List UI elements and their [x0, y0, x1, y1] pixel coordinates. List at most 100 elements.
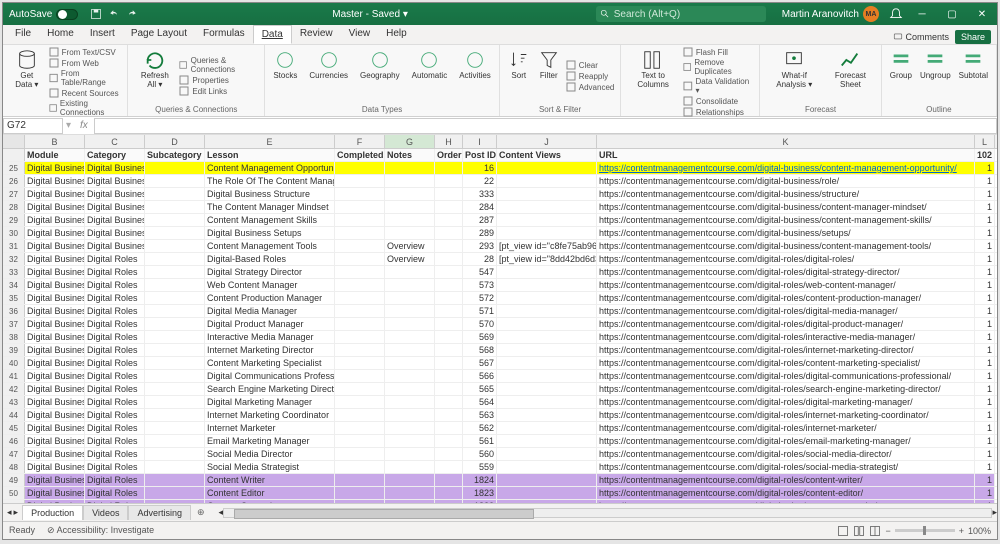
cell[interactable]: Digital Business [25, 500, 85, 503]
share-button[interactable]: Share [955, 30, 991, 44]
cell[interactable] [435, 357, 463, 369]
cell[interactable]: The Role Of The Content Manager [205, 175, 335, 187]
cell[interactable]: 571 [463, 305, 497, 317]
ribbon-item-relationships[interactable]: Relationships [683, 107, 753, 117]
cell[interactable]: https://contentmanagementcourse.com/digi… [597, 201, 975, 213]
cell[interactable] [497, 214, 597, 226]
cell[interactable]: 22 [463, 175, 497, 187]
undo-icon[interactable] [108, 8, 120, 20]
row-header[interactable]: 34 [3, 279, 25, 291]
cell[interactable] [497, 370, 597, 382]
tab-help[interactable]: Help [378, 25, 415, 44]
cell[interactable] [145, 383, 205, 395]
scroll-right[interactable]: ▸ [992, 507, 997, 518]
cell[interactable]: Digital Business [25, 383, 85, 395]
cell[interactable] [145, 409, 205, 421]
cell[interactable] [145, 357, 205, 369]
cell[interactable]: https://contentmanagementcourse.com/digi… [597, 162, 975, 174]
cell[interactable] [435, 175, 463, 187]
cell[interactable]: Digital Business Structure [205, 188, 335, 200]
cell[interactable]: Internet Marketer [205, 422, 335, 434]
cell[interactable] [435, 370, 463, 382]
cell[interactable] [335, 214, 385, 226]
ribbon-item-clear[interactable]: Clear [566, 60, 615, 70]
cell[interactable]: Digital-Based Roles [205, 253, 335, 265]
cell[interactable]: Digital Business [85, 201, 145, 213]
datatype-activities[interactable]: Activities [457, 47, 493, 83]
minimize-button[interactable]: ─ [907, 3, 937, 25]
cell[interactable] [145, 396, 205, 408]
cell[interactable] [385, 422, 435, 434]
cell[interactable]: 1 [975, 227, 995, 239]
cell[interactable]: Digital Business [25, 474, 85, 486]
cell[interactable]: https://contentmanagementcourse.com/digi… [597, 357, 975, 369]
whatif-button[interactable]: What-if Analysis ▾ [766, 47, 822, 105]
cell[interactable] [435, 162, 463, 174]
forecast-button[interactable]: Forecast Sheet [826, 47, 875, 105]
datatype-automatic[interactable]: Automatic [410, 47, 450, 83]
cell[interactable]: https://contentmanagementcourse.com/digi… [597, 188, 975, 200]
cell[interactable]: Digital Business [25, 162, 85, 174]
row-header[interactable]: 46 [3, 435, 25, 447]
accessibility-status[interactable]: ⊘ Accessibility: Investigate [47, 525, 154, 536]
cell[interactable]: 1 [975, 292, 995, 304]
cell[interactable] [435, 318, 463, 330]
formula-input[interactable] [94, 118, 997, 134]
cell[interactable] [435, 435, 463, 447]
cell[interactable]: Digital Business [85, 175, 145, 187]
cell[interactable]: Digital Business [25, 240, 85, 252]
cell[interactable]: 1 [975, 279, 995, 291]
cell[interactable] [145, 201, 205, 213]
cell[interactable]: Overview [385, 253, 435, 265]
cell[interactable] [497, 487, 597, 499]
cell[interactable]: Digital Business [25, 188, 85, 200]
col-header-E[interactable]: E [205, 135, 335, 148]
cell[interactable]: Content Strategist [205, 500, 335, 503]
cell[interactable]: https://contentmanagementcourse.com/digi… [597, 240, 975, 252]
cell[interactable]: 1824 [463, 474, 497, 486]
row-header[interactable]: 27 [3, 188, 25, 200]
select-all-corner[interactable] [3, 135, 25, 148]
cell[interactable] [145, 253, 205, 265]
cell[interactable]: https://contentmanagementcourse.com/digi… [597, 500, 975, 503]
cell[interactable]: Digital Business [25, 448, 85, 460]
ribbon-item-consolidate[interactable]: Consolidate [683, 96, 753, 106]
cell[interactable]: 1 [975, 474, 995, 486]
cell[interactable]: Digital Roles [85, 500, 145, 503]
cell[interactable]: https://contentmanagementcourse.com/digi… [597, 214, 975, 226]
cell[interactable] [385, 266, 435, 278]
cell[interactable]: Digital Business [25, 344, 85, 356]
cell[interactable] [497, 383, 597, 395]
autosave-toggle[interactable] [56, 9, 78, 20]
cell[interactable]: 1 [975, 370, 995, 382]
col-header-C[interactable]: C [85, 135, 145, 148]
cell[interactable]: Email Marketing Manager [205, 435, 335, 447]
cell[interactable] [497, 448, 597, 460]
cell[interactable] [335, 292, 385, 304]
cell[interactable]: 1 [975, 188, 995, 200]
cell[interactable] [335, 500, 385, 503]
cell[interactable] [435, 292, 463, 304]
cell[interactable] [145, 240, 205, 252]
cell[interactable] [497, 357, 597, 369]
cell[interactable]: Digital Roles [85, 305, 145, 317]
cell[interactable]: 1 [975, 201, 995, 213]
cell[interactable]: [pt_view id="c8fe75ab96"] [497, 240, 597, 252]
outline-subtotal[interactable]: Subtotal [957, 47, 990, 105]
cell[interactable] [435, 305, 463, 317]
cell[interactable] [335, 357, 385, 369]
tab-insert[interactable]: Insert [82, 25, 123, 44]
cell[interactable] [335, 422, 385, 434]
col-header-B[interactable]: B [25, 135, 85, 148]
cell[interactable]: https://contentmanagementcourse.com/digi… [597, 461, 975, 473]
sort-button[interactable]: Sort [506, 47, 532, 105]
cell[interactable]: https://contentmanagementcourse.com/digi… [597, 279, 975, 291]
cell[interactable]: 1 [975, 461, 995, 473]
cell[interactable]: 1 [975, 409, 995, 421]
cell[interactable] [385, 396, 435, 408]
cell[interactable]: Digital Roles [85, 383, 145, 395]
cell[interactable] [435, 240, 463, 252]
cell[interactable] [435, 331, 463, 343]
cell[interactable] [385, 292, 435, 304]
col-header-L[interactable]: L [975, 135, 995, 148]
